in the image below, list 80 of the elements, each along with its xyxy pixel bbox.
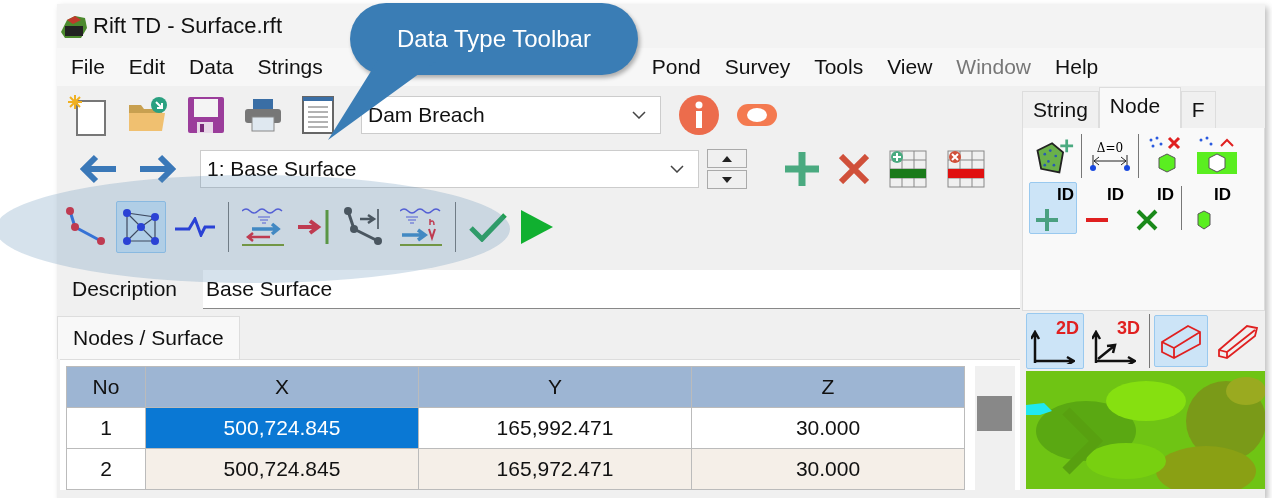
box-view-button[interactable]: [1153, 315, 1208, 367]
minus-icon: [1086, 218, 1108, 222]
dimension-arrow-icon: [1090, 155, 1130, 171]
id-remove-tool-button[interactable]: ID: [1079, 182, 1127, 234]
id-add-tool-button[interactable]: ID: [1029, 182, 1077, 234]
flow-arrows-icon: [242, 207, 284, 247]
remove-rows-icon[interactable]: [947, 150, 985, 188]
toggle-icon[interactable]: [737, 104, 777, 126]
new-file-icon[interactable]: [67, 93, 109, 137]
column-header[interactable]: Y: [419, 367, 691, 407]
save-icon[interactable]: [187, 96, 225, 134]
polyline-icon: [65, 207, 107, 247]
spin-up-button[interactable]: [707, 149, 747, 168]
column-header[interactable]: Z: [692, 367, 964, 407]
profile-line-icon: [175, 217, 215, 237]
menu-item[interactable]: View: [875, 55, 945, 79]
table-cell: 500,724.845: [146, 408, 418, 448]
chevron-down-icon: [632, 111, 646, 119]
checkmark-icon: [469, 212, 507, 242]
delete-icon[interactable]: [839, 154, 869, 184]
play-icon: [521, 210, 553, 244]
up-triangle-icon: [722, 155, 732, 162]
data-set-dropdown[interactable]: Dam Breach: [361, 96, 661, 134]
table-cell: 165,972.471: [419, 449, 691, 489]
delta-label: Δ=0: [1096, 141, 1124, 155]
id-label: ID: [1057, 185, 1074, 205]
menu-item[interactable]: Survey: [712, 55, 803, 79]
tab[interactable]: Nodes / Surface: [57, 316, 240, 359]
id-label: ID: [1157, 185, 1174, 205]
polygon-cut-icon: [1197, 136, 1237, 176]
axes-3d-view-button[interactable]: 3D: [1087, 313, 1145, 369]
description-label: Description: [71, 277, 179, 301]
forward-arrow-icon[interactable]: [138, 154, 176, 184]
tab[interactable]: String: [1022, 91, 1099, 128]
spin-down-button[interactable]: [707, 170, 747, 189]
axes-label: 2D: [1056, 318, 1079, 339]
menu-item[interactable]: Strings: [245, 55, 335, 79]
table-cell: 30.000: [692, 449, 964, 489]
menu-item[interactable]: Tools: [802, 55, 876, 79]
arrow-to-line-icon: [298, 210, 330, 244]
row-header[interactable]: 2: [67, 449, 145, 489]
box-icon: [1159, 322, 1202, 360]
tab[interactable]: Node: [1098, 87, 1181, 128]
printer-icon[interactable]: [243, 97, 283, 133]
cross-icon: [1136, 209, 1158, 231]
chevron-down-icon: [670, 165, 684, 173]
add-rows-icon[interactable]: [889, 150, 927, 188]
delta-tool-button[interactable]: Δ=0: [1086, 130, 1134, 182]
table-cell: 165,992.471: [419, 408, 691, 448]
menu-item[interactable]: Pond: [639, 55, 713, 79]
mesh-icon: [121, 207, 161, 247]
table-cell: 30.000: [692, 408, 964, 448]
menu-item[interactable]: Data: [177, 55, 246, 79]
id-delete-tool-button[interactable]: ID: [1129, 182, 1177, 234]
id-select-tool-button[interactable]: ID: [1186, 182, 1234, 234]
wedge-icon: [1217, 322, 1259, 360]
surface-dropdown[interactable]: 1: Base Surface: [200, 150, 699, 188]
window-title: Rift TD - Surface.rft: [93, 13, 283, 39]
menu-item[interactable]: File: [59, 55, 117, 79]
column-header[interactable]: No: [67, 367, 145, 407]
mesh-tool-button[interactable]: [116, 201, 166, 253]
table-cell: 500,724.845: [146, 449, 418, 489]
info-icon[interactable]: [679, 95, 719, 135]
id-label: ID: [1214, 185, 1231, 205]
id-label: ID: [1107, 185, 1124, 205]
axes-label: 3D: [1117, 318, 1140, 339]
menu-item[interactable]: Edit: [116, 55, 178, 79]
plus-icon: [1036, 209, 1058, 231]
report-icon[interactable]: [301, 95, 335, 135]
back-arrow-icon[interactable]: [80, 154, 118, 184]
menu-item[interactable]: Help: [1043, 55, 1111, 79]
row-header[interactable]: 1: [67, 408, 145, 448]
description-field[interactable]: Base Surface: [203, 269, 1020, 309]
add-icon[interactable]: [785, 152, 819, 186]
scrollbar-thumb[interactable]: [977, 396, 1012, 431]
tab[interactable]: F: [1180, 91, 1216, 128]
down-triangle-icon: [722, 176, 732, 183]
velocity-icon: [400, 207, 442, 247]
column-header[interactable]: X: [146, 367, 418, 407]
axes-2d-view-button[interactable]: 2D: [1026, 313, 1084, 369]
